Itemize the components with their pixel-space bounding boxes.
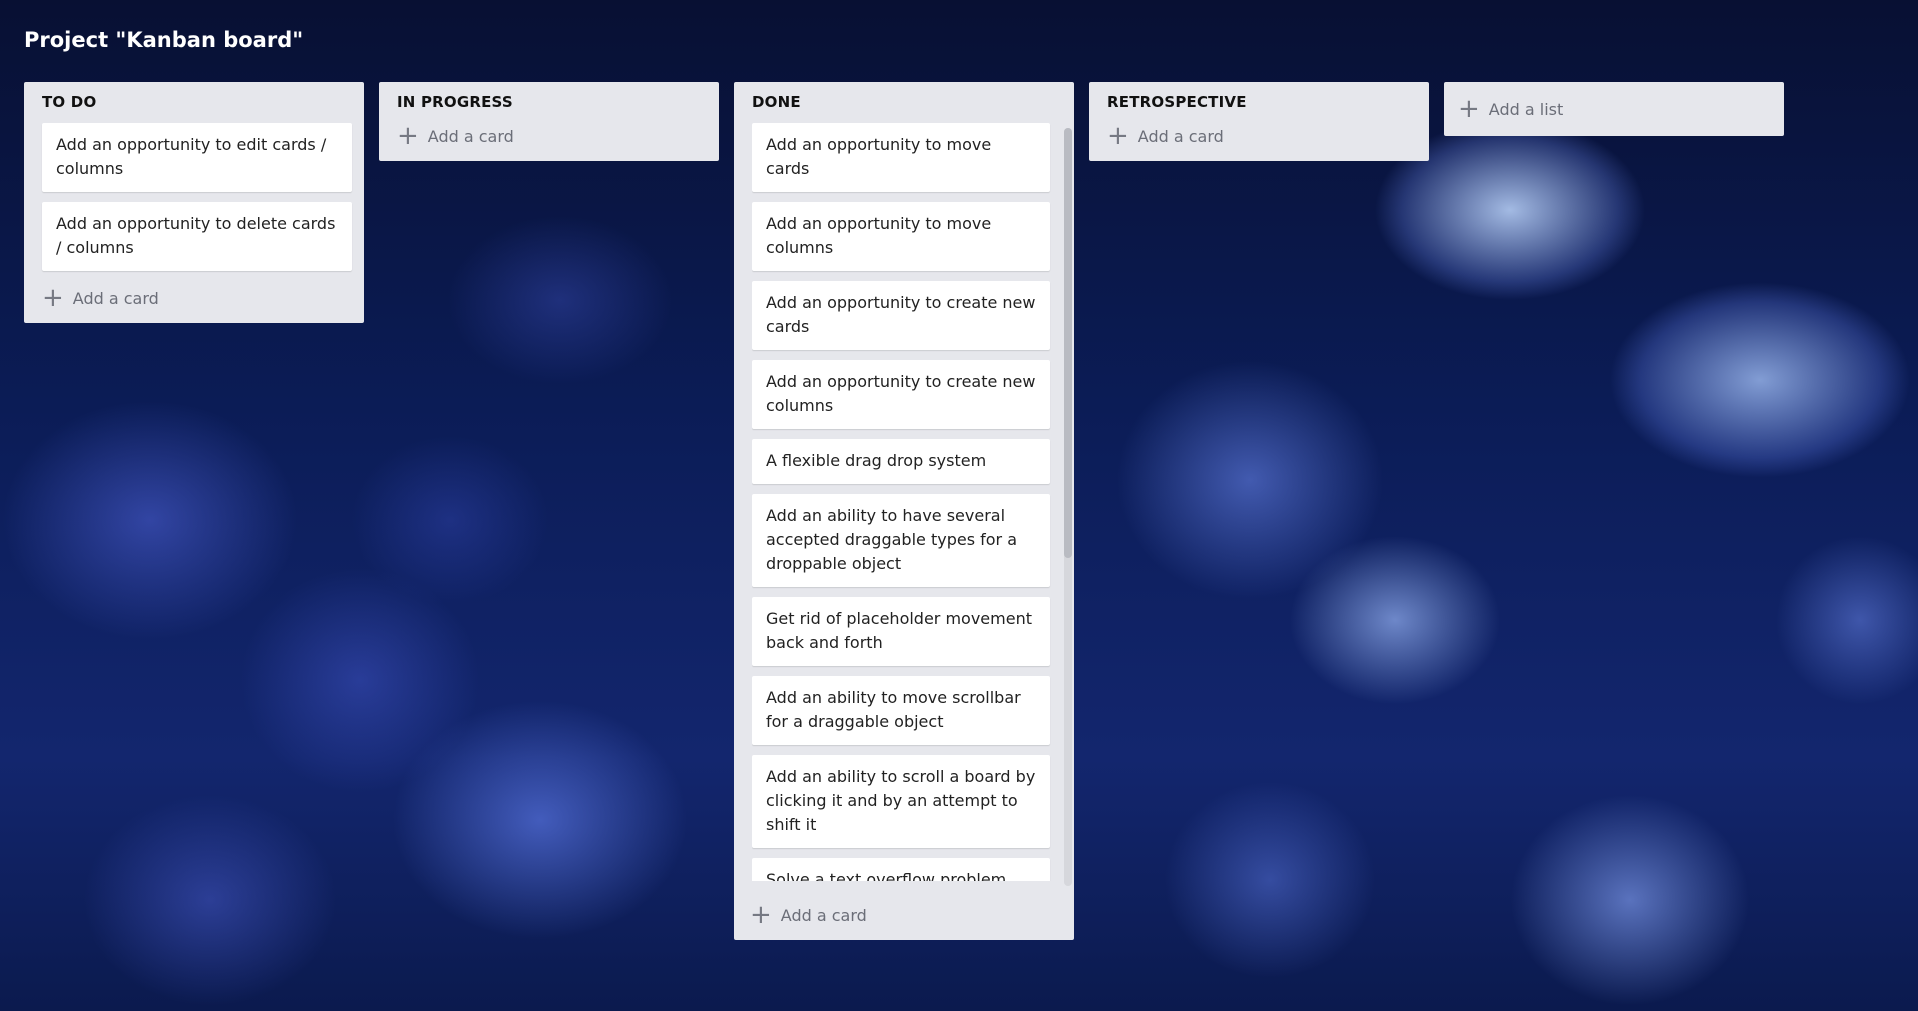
plus-icon: + [750, 900, 772, 930]
board-title: Project "Kanban board" [24, 28, 304, 52]
card-scroll-area[interactable]: Add an opportunity to move cards Add an … [752, 123, 1062, 881]
card-container: Add an opportunity to edit cards / colum… [42, 123, 352, 271]
card[interactable]: Add an ability to move scrollbar for a d… [752, 676, 1050, 745]
add-card-button[interactable]: + Add a card [397, 123, 707, 149]
plus-icon: + [397, 121, 419, 151]
card[interactable]: Add an opportunity to delete cards / col… [42, 202, 352, 271]
add-card-label: Add a card [72, 288, 159, 308]
card-container: Add an opportunity to move cards Add an … [752, 123, 1050, 881]
card[interactable]: Add an ability to scroll a board by clic… [752, 755, 1050, 848]
plus-icon: + [1107, 121, 1129, 151]
add-card-label: Add a card [1137, 126, 1224, 146]
add-card-label: Add a card [780, 905, 867, 925]
board[interactable]: TO DO Add an opportunity to edit cards /… [24, 82, 1784, 940]
list-done[interactable]: DONE Add an opportunity to move cards Ad… [734, 82, 1074, 940]
card[interactable]: Add an opportunity to edit cards / colum… [42, 123, 352, 192]
card[interactable]: A flexible drag drop system [752, 439, 1050, 484]
add-card-button[interactable]: + Add a card [1107, 123, 1417, 149]
list-title[interactable]: DONE [752, 93, 1062, 111]
plus-icon: + [1458, 94, 1480, 124]
list-retrospective[interactable]: RETROSPECTIVE + Add a card [1089, 82, 1429, 161]
scrollbar[interactable] [1064, 128, 1072, 886]
card[interactable]: Get rid of placeholder movement back and… [752, 597, 1050, 666]
list-title[interactable]: TO DO [42, 93, 352, 111]
add-list-label: Add a list [1488, 99, 1564, 119]
card[interactable]: Add an ability to have several accepted … [752, 494, 1050, 587]
list-title[interactable]: IN PROGRESS [397, 93, 707, 111]
card[interactable]: Solve a text overflow problem [752, 858, 1050, 881]
list-title[interactable]: RETROSPECTIVE [1107, 93, 1417, 111]
add-card-button[interactable]: + Add a card [750, 902, 867, 928]
add-card-button[interactable]: + Add a card [42, 285, 352, 311]
plus-icon: + [42, 283, 64, 313]
add-card-label: Add a card [427, 126, 514, 146]
card[interactable]: Add an opportunity to move cards [752, 123, 1050, 192]
add-list-button[interactable]: + Add a list [1444, 82, 1784, 136]
card[interactable]: Add an opportunity to create new columns [752, 360, 1050, 429]
card[interactable]: Add an opportunity to move columns [752, 202, 1050, 271]
card[interactable]: Add an opportunity to create new cards [752, 281, 1050, 350]
scrollbar-thumb[interactable] [1064, 128, 1072, 558]
list-todo[interactable]: TO DO Add an opportunity to edit cards /… [24, 82, 364, 323]
list-in-progress[interactable]: IN PROGRESS + Add a card [379, 82, 719, 161]
